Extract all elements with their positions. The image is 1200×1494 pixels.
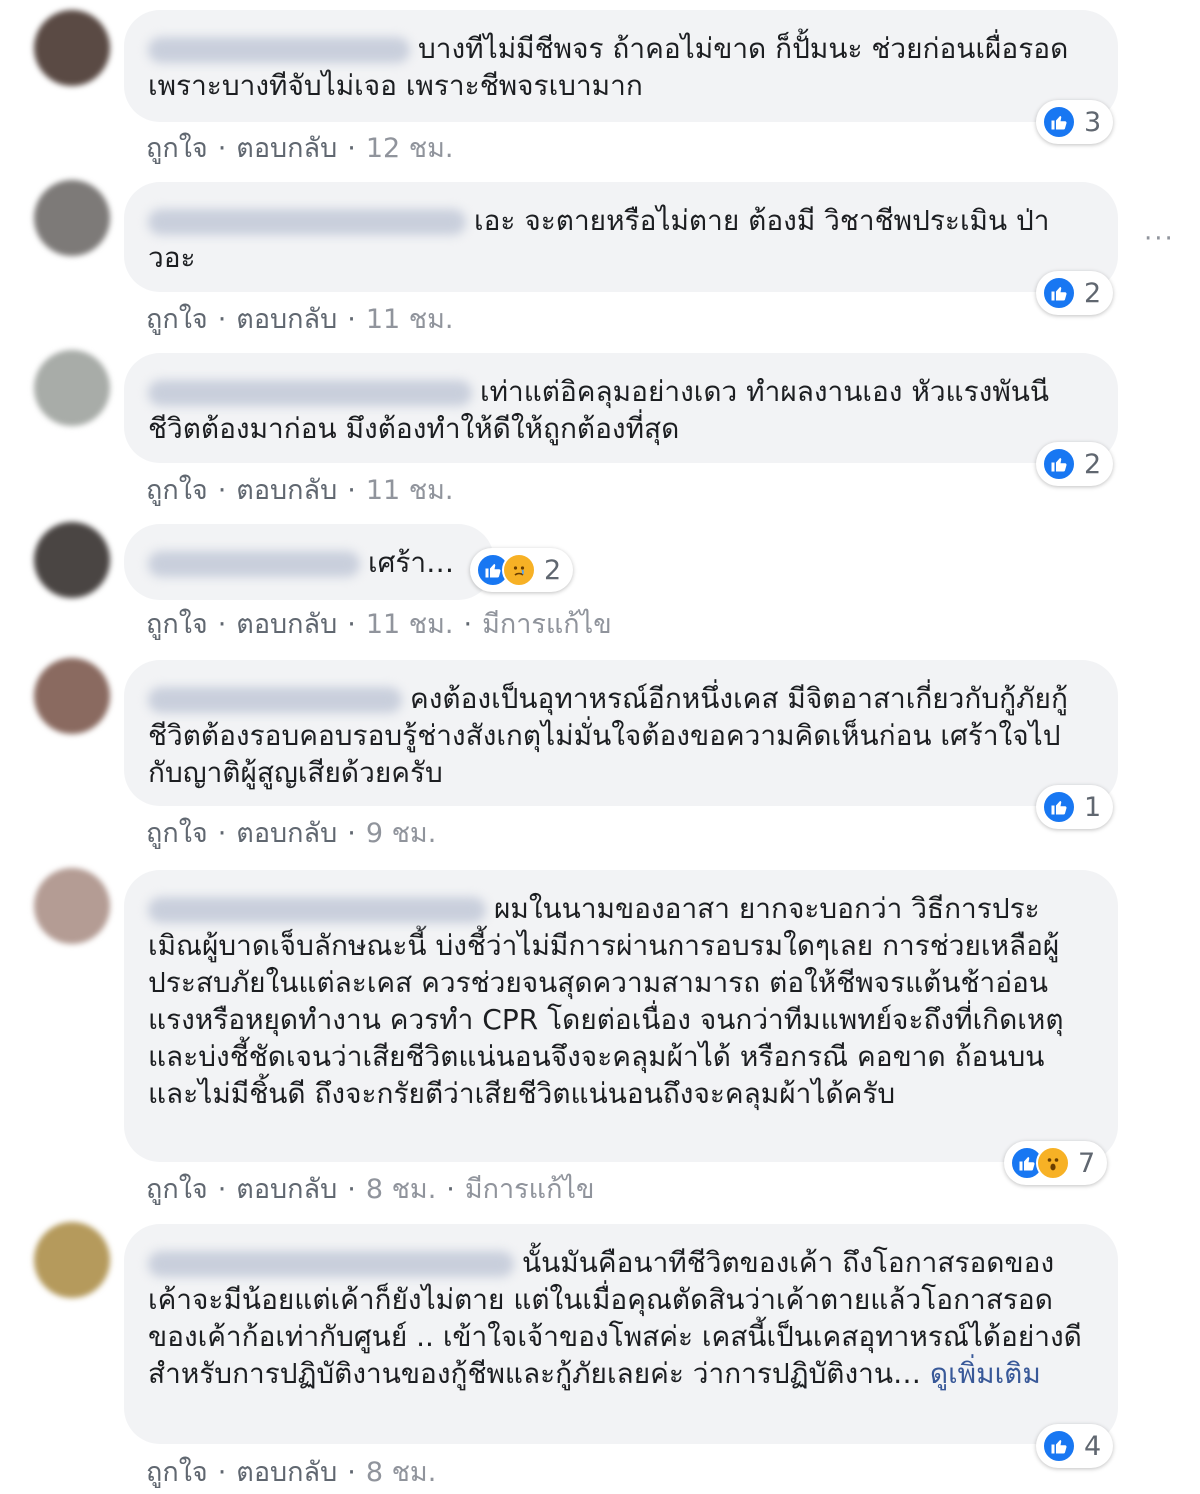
comment-actions: ถูกใจ · ตอบกลับ · 11 ชม. — [146, 468, 453, 511]
separator-dot: · — [347, 609, 356, 640]
like-link[interactable]: ถูกใจ — [146, 818, 208, 849]
separator-dot: · — [347, 304, 356, 335]
like-reaction-icon — [1042, 276, 1076, 310]
reaction-summary[interactable]: 7 — [1004, 1141, 1108, 1185]
comment-timestamp[interactable]: 12 ชม. — [366, 133, 454, 164]
separator-dot: · — [347, 1174, 356, 1205]
comment-bubble: เศร้า… — [124, 524, 494, 600]
comment-timestamp[interactable]: 11 ชม. — [366, 304, 454, 335]
see-more-link[interactable]: ดูเพิ่มเติม — [930, 1357, 1041, 1390]
avatar[interactable] — [34, 10, 110, 86]
reaction-count: 3 — [1084, 106, 1102, 138]
separator-dot: · — [217, 1457, 227, 1488]
author-name-blurred[interactable] — [148, 551, 360, 577]
reaction-count: 4 — [1084, 1430, 1102, 1462]
edited-label[interactable]: มีการแก้ไข — [482, 609, 612, 640]
like-reaction-icon — [1042, 105, 1076, 139]
author-name-blurred[interactable] — [148, 897, 486, 923]
comment-bubble: บางทีไม่มีชีพจร ถ้าคอไม่ขาด ก็ปั้มนะ ช่ว… — [124, 10, 1118, 122]
comment-actions: ถูกใจ · ตอบกลับ · 9 ชม. — [146, 811, 436, 854]
reaction-summary[interactable]: 2 — [1036, 442, 1114, 486]
avatar[interactable] — [34, 1222, 110, 1298]
sad-reaction-icon — [502, 553, 536, 587]
separator-dot: · — [217, 133, 227, 164]
avatar[interactable] — [34, 522, 110, 598]
reaction-summary[interactable]: 4 — [1036, 1424, 1114, 1468]
author-name-blurred[interactable] — [148, 37, 410, 63]
reply-link[interactable]: ตอบกลับ — [236, 818, 337, 849]
avatar[interactable] — [34, 180, 110, 256]
reaction-count: 1 — [1084, 791, 1102, 823]
comment-timestamp[interactable]: 11 ชม. — [366, 475, 454, 506]
like-link[interactable]: ถูกใจ — [146, 475, 208, 506]
avatar[interactable] — [34, 868, 110, 944]
comment-bubble: คงต้องเป็นอุทาหรณ์อีกหนึ่งเคส มีจิตอาสาเ… — [124, 660, 1118, 806]
comment-timestamp[interactable]: 8 ชม. — [366, 1174, 436, 1205]
separator-dot: · — [217, 1174, 227, 1205]
avatar[interactable] — [34, 350, 110, 426]
wow-reaction-icon — [1036, 1146, 1070, 1180]
author-name-blurred[interactable] — [148, 687, 402, 713]
reaction-summary[interactable]: 1 — [1036, 785, 1114, 829]
separator-dot: · — [217, 609, 227, 640]
separator-dot: · — [217, 475, 227, 506]
comment-actions: ถูกใจ · ตอบกลับ · 8 ชม. — [146, 1450, 436, 1493]
comment-timestamp[interactable]: 11 ชม. — [366, 609, 454, 640]
reaction-count: 2 — [1084, 448, 1102, 480]
more-options-icon[interactable]: ··· — [1144, 224, 1175, 254]
like-reaction-icon — [1042, 790, 1076, 824]
separator-dot: · — [347, 133, 356, 164]
avatar[interactable] — [34, 658, 110, 734]
separator-dot: · — [217, 818, 227, 849]
comment-bubble: ผมในนามของอาสา ยากจะบอกว่า วิธีการประเมิ… — [124, 870, 1118, 1162]
author-name-blurred[interactable] — [148, 380, 472, 406]
comment-actions: ถูกใจ · ตอบกลับ · 12 ชม. — [146, 126, 453, 169]
comment-bubble: นั้นมันคือนาทีชีวิตของเค้า ถึงโอกาสรอดขอ… — [124, 1224, 1118, 1444]
separator-dot: · — [347, 1457, 356, 1488]
reply-link[interactable]: ตอบกลับ — [236, 1174, 337, 1205]
reaction-summary[interactable]: 2 — [1036, 271, 1114, 315]
like-reaction-icon — [1042, 447, 1076, 481]
like-link[interactable]: ถูกใจ — [146, 609, 208, 640]
comment-text: เศร้า… — [368, 546, 455, 579]
like-reaction-icon — [1042, 1429, 1076, 1463]
reply-link[interactable]: ตอบกลับ — [236, 304, 337, 335]
separator-dot: · — [217, 304, 227, 335]
reply-link[interactable]: ตอบกลับ — [236, 133, 337, 164]
author-name-blurred[interactable] — [148, 209, 466, 235]
reply-link[interactable]: ตอบกลับ — [236, 475, 337, 506]
comment-actions: ถูกใจ · ตอบกลับ · 11 ชม. · มีการแก้ไข — [146, 602, 612, 645]
separator-dot: · — [347, 475, 356, 506]
comment-timestamp[interactable]: 8 ชม. — [366, 1457, 436, 1488]
like-link[interactable]: ถูกใจ — [146, 304, 208, 335]
reaction-count: 2 — [1084, 277, 1102, 309]
edited-label[interactable]: มีการแก้ไข — [465, 1174, 595, 1205]
reaction-summary[interactable]: 3 — [1036, 100, 1114, 144]
comment-actions: ถูกใจ · ตอบกลับ · 11 ชม. — [146, 297, 453, 340]
reaction-count: 2 — [544, 554, 562, 586]
comment-bubble: เท่าแต่อิคลุมอย่างเดว ทำผลงานเอง หัวแรงพ… — [124, 353, 1118, 463]
separator-dot: · — [463, 609, 473, 640]
like-link[interactable]: ถูกใจ — [146, 1457, 208, 1488]
comment-timestamp[interactable]: 9 ชม. — [366, 818, 436, 849]
comment-actions: ถูกใจ · ตอบกลับ · 8 ชม. · มีการแก้ไข — [146, 1167, 594, 1210]
reply-link[interactable]: ตอบกลับ — [236, 609, 337, 640]
separator-dot: · — [347, 818, 356, 849]
like-link[interactable]: ถูกใจ — [146, 133, 208, 164]
separator-dot: · — [446, 1174, 455, 1205]
author-name-blurred[interactable] — [148, 1251, 514, 1277]
comment-bubble: เอะ จะตายหรือไม่ตาย ต้องมี วิชาชีพประเมิ… — [124, 182, 1118, 292]
reply-link[interactable]: ตอบกลับ — [236, 1457, 337, 1488]
like-link[interactable]: ถูกใจ — [146, 1174, 208, 1205]
comment-text: ผมในนามของอาสา ยากจะบอกว่า วิธีการประเมิ… — [148, 892, 1064, 1110]
reaction-count: 7 — [1078, 1147, 1096, 1179]
reaction-summary[interactable]: 2 — [470, 548, 574, 592]
